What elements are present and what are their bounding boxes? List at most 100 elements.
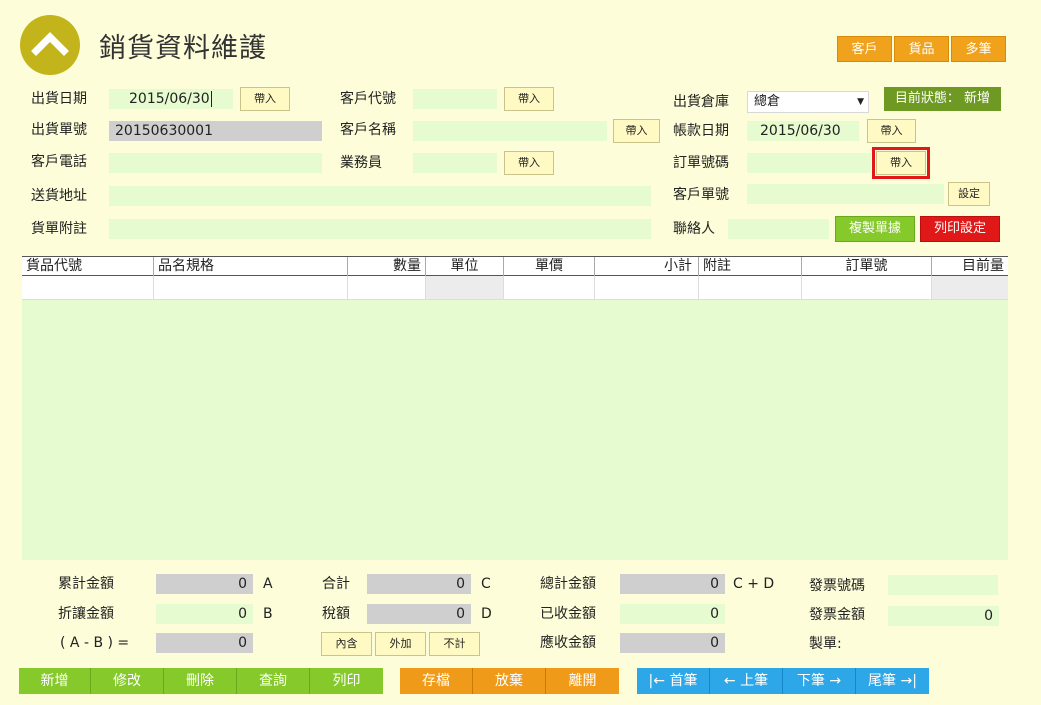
cell-note[interactable] <box>698 276 801 299</box>
col-unit-price[interactable]: 單價 <box>503 257 594 276</box>
copy-document-button[interactable]: 複製單據 <box>835 216 915 242</box>
mark-a: A <box>263 576 273 592</box>
status-badge: 目前狀態： 新增 <box>884 87 1001 111</box>
ship-no-label: 出貨單號 <box>31 122 87 138</box>
order-no-label: 訂單號碼 <box>673 155 729 171</box>
grand-total-label: 總計金額 <box>540 576 596 592</box>
grand-total-field: 0 <box>620 574 725 594</box>
cell-item-name[interactable] <box>153 276 347 299</box>
receivable-amount-label: 應收金額 <box>540 635 596 651</box>
account-date-label: 帳款日期 <box>673 123 729 139</box>
received-amount-field[interactable]: 0 <box>620 604 725 624</box>
print-button[interactable]: 列印 <box>310 668 383 694</box>
dropdown-arrow-icon: ▼ <box>857 97 864 107</box>
account-date-field[interactable]: 2015/06/30 <box>747 121 859 141</box>
tax-inclusive-button[interactable]: 內含 <box>321 632 372 656</box>
customer-code-import-button[interactable]: 帶入 <box>504 87 554 111</box>
customer-name-label: 客戶名稱 <box>340 122 396 138</box>
order-no-import-button[interactable]: 帶入 <box>872 147 930 179</box>
col-unit[interactable]: 單位 <box>425 257 503 276</box>
customer-name-import-button[interactable]: 帶入 <box>613 119 660 143</box>
total-field: 0 <box>367 574 471 594</box>
salesman-field[interactable] <box>413 153 497 173</box>
col-item-code[interactable]: 貨品代號 <box>22 257 153 276</box>
invoice-number-field[interactable] <box>888 575 998 595</box>
page-title: 銷貨資料維護 <box>99 33 267 64</box>
warehouse-select[interactable]: 總倉 ▼ <box>747 91 869 113</box>
ship-date-field[interactable]: 2015/06/30 <box>109 89 233 109</box>
customer-button[interactable]: 客戶 <box>837 36 892 62</box>
receivable-amount-field: 0 <box>620 633 725 653</box>
delete-button[interactable]: 刪除 <box>164 668 237 694</box>
customer-doc-no-field[interactable] <box>747 184 944 204</box>
order-no-field[interactable] <box>747 153 871 173</box>
mark-c-plus-d: C + D <box>733 576 775 592</box>
customer-phone-label: 客戶電話 <box>31 154 87 170</box>
accumulated-amount-label: 累計金額 <box>58 576 114 592</box>
col-note[interactable]: 附註 <box>698 257 801 276</box>
last-record-button[interactable]: 尾筆 →| <box>856 668 929 694</box>
cell-item-code[interactable] <box>22 276 153 299</box>
col-order-no[interactable]: 訂單號 <box>801 257 931 276</box>
first-record-button[interactable]: |← 首筆 <box>637 668 710 694</box>
goods-button[interactable]: 貨品 <box>894 36 949 62</box>
next-record-button[interactable]: 下筆 → <box>783 668 856 694</box>
accumulated-amount-field: 0 <box>156 574 253 594</box>
col-item-name[interactable]: 品名規格 <box>153 257 347 276</box>
ship-date-label: 出貨日期 <box>31 91 87 107</box>
mark-b: B <box>263 606 273 622</box>
document-note-label: 貨單附註 <box>31 221 87 237</box>
col-current-qty[interactable]: 目前量 <box>931 257 1008 276</box>
new-button[interactable]: 新增 <box>19 668 91 694</box>
cell-subtotal[interactable] <box>594 276 698 299</box>
warehouse-label: 出貨倉庫 <box>673 94 729 110</box>
customer-doc-no-label: 客戶單號 <box>673 187 729 203</box>
tax-field: 0 <box>367 604 471 624</box>
cell-order-no[interactable] <box>801 276 931 299</box>
ship-date-import-button[interactable]: 帶入 <box>240 87 290 111</box>
a-minus-b-label: ( A - B ) = <box>60 635 130 651</box>
received-amount-label: 已收金額 <box>540 606 596 622</box>
discard-button[interactable]: 放棄 <box>473 668 546 694</box>
mark-d: D <box>481 606 492 622</box>
table-row[interactable] <box>22 276 1008 300</box>
discount-amount-label: 折讓金額 <box>58 606 114 622</box>
previous-record-button[interactable]: ← 上筆 <box>710 668 783 694</box>
customer-doc-setting-button[interactable]: 設定 <box>948 182 990 206</box>
items-table-header: 貨品代號 品名規格 數量 單位 單價 小計 附註 訂單號 目前量 <box>22 256 1008 276</box>
exit-button[interactable]: 離開 <box>546 668 619 694</box>
query-button[interactable]: 查詢 <box>237 668 310 694</box>
tax-none-button[interactable]: 不計 <box>429 632 480 656</box>
contact-label: 聯絡人 <box>673 221 715 237</box>
a-minus-b-field: 0 <box>156 633 253 653</box>
multi-record-button[interactable]: 多筆 <box>951 36 1006 62</box>
delivery-address-label: 送貨地址 <box>31 188 87 204</box>
invoice-amount-field[interactable]: 0 <box>888 606 999 626</box>
document-note-field[interactable] <box>109 219 651 239</box>
invoice-number-label: 發票號碼 <box>809 578 865 594</box>
salesman-import-button[interactable]: 帶入 <box>504 151 554 175</box>
discount-amount-field[interactable]: 0 <box>156 604 253 624</box>
print-setting-button[interactable]: 列印設定 <box>920 216 1000 242</box>
tax-label: 稅額 <box>322 606 350 622</box>
customer-name-field[interactable] <box>413 121 607 141</box>
col-quantity[interactable]: 數量 <box>347 257 425 276</box>
total-label: 合計 <box>322 576 350 592</box>
tax-additional-button[interactable]: 外加 <box>375 632 426 656</box>
save-button[interactable]: 存檔 <box>400 668 473 694</box>
cell-unit-price[interactable] <box>503 276 594 299</box>
items-table-body[interactable] <box>22 300 1008 560</box>
contact-field[interactable] <box>728 219 829 239</box>
delivery-address-field[interactable] <box>109 186 651 206</box>
col-subtotal[interactable]: 小計 <box>594 257 698 276</box>
collapse-logo-icon[interactable] <box>20 15 80 75</box>
cell-current-qty <box>931 276 1008 299</box>
edit-button[interactable]: 修改 <box>91 668 164 694</box>
invoice-amount-label: 發票金額 <box>809 607 865 623</box>
ship-no-field: 20150630001 <box>109 121 322 141</box>
account-date-import-button[interactable]: 帶入 <box>867 119 916 143</box>
customer-code-field[interactable] <box>413 89 497 109</box>
customer-phone-field[interactable] <box>109 153 322 173</box>
document-maker-label: 製單: <box>809 636 842 652</box>
cell-quantity[interactable] <box>347 276 425 299</box>
